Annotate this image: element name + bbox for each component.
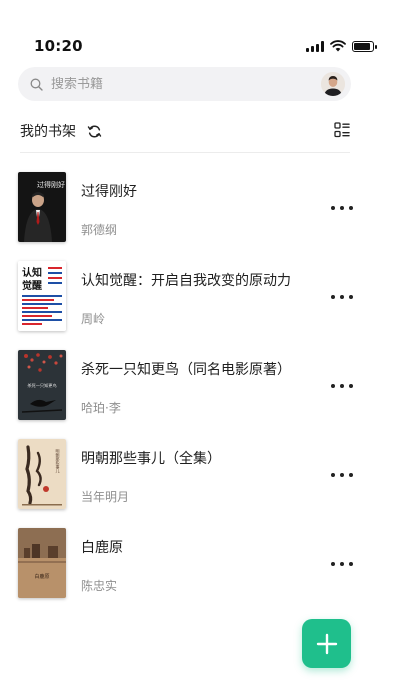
shelf-title: 我的书架 bbox=[20, 124, 76, 140]
book-cover[interactable]: 杀死一只知更鸟 bbox=[18, 350, 66, 420]
book-cover[interactable]: 认知 觉醒 bbox=[18, 261, 66, 331]
signal-icon bbox=[306, 40, 324, 52]
refresh-icon[interactable] bbox=[86, 123, 102, 139]
cover-title: 杀死一只知更鸟 bbox=[27, 382, 56, 389]
plus-icon bbox=[316, 633, 337, 654]
divider bbox=[20, 152, 350, 153]
cover-title: 白鹿原 bbox=[34, 573, 49, 580]
wifi-icon bbox=[330, 40, 346, 52]
book-item[interactable]: 杀死一只知更鸟 杀死一只知更鸟（同名电影原著） 哈珀·李 bbox=[0, 350, 400, 422]
search-bar[interactable] bbox=[18, 67, 351, 101]
more-options-icon[interactable] bbox=[331, 560, 353, 568]
search-input[interactable] bbox=[51, 76, 291, 92]
book-item[interactable]: 白鹿原 白鹿原 陈忠实 bbox=[0, 528, 400, 600]
book-item[interactable]: 过得刚好 过得刚好 郭德纲 bbox=[0, 172, 400, 244]
book-author: 陈忠实 bbox=[81, 579, 118, 593]
more-options-icon[interactable] bbox=[331, 471, 353, 479]
grid-list-toggle-icon[interactable] bbox=[334, 122, 350, 138]
status-time: 10:20 bbox=[34, 37, 83, 55]
book-title[interactable]: 明朝那些事儿（全集） bbox=[81, 448, 221, 468]
book-title[interactable]: 杀死一只知更鸟（同名电影原著） bbox=[81, 359, 291, 379]
status-bar: 10:20 bbox=[0, 0, 400, 60]
more-options-icon[interactable] bbox=[331, 382, 353, 390]
status-icons bbox=[306, 40, 377, 52]
book-item[interactable]: 认知 觉醒 认知觉醒：开启自我改变的原动力 周岭 bbox=[0, 261, 400, 333]
book-author: 当年明月 bbox=[81, 490, 130, 504]
shelf-header: 我的书架 bbox=[20, 120, 350, 142]
book-author: 周岭 bbox=[81, 312, 106, 326]
book-cover[interactable]: 明朝那些事儿 bbox=[18, 439, 66, 509]
book-title[interactable]: 过得刚好 bbox=[81, 181, 137, 201]
book-author: 郭德纲 bbox=[81, 223, 118, 237]
more-options-icon[interactable] bbox=[331, 293, 353, 301]
cover-title: 明朝那些事儿 bbox=[56, 449, 61, 474]
avatar[interactable] bbox=[321, 72, 345, 96]
book-title[interactable]: 白鹿原 bbox=[81, 537, 123, 557]
book-item[interactable]: 明朝那些事儿 明朝那些事儿（全集） 当年明月 bbox=[0, 439, 400, 511]
battery-icon bbox=[352, 40, 377, 52]
add-book-button[interactable] bbox=[302, 619, 351, 668]
book-title[interactable]: 认知觉醒：开启自我改变的原动力 bbox=[81, 270, 291, 290]
search-icon bbox=[30, 77, 44, 91]
book-cover[interactable]: 白鹿原 bbox=[18, 528, 66, 598]
more-options-icon[interactable] bbox=[331, 204, 353, 212]
svg-text:觉醒: 觉醒 bbox=[22, 279, 42, 292]
cover-title: 过得刚好 bbox=[37, 180, 65, 189]
book-cover[interactable]: 过得刚好 bbox=[18, 172, 66, 242]
svg-text:认知: 认知 bbox=[22, 266, 42, 279]
battery-level bbox=[354, 42, 371, 50]
book-author: 哈珀·李 bbox=[81, 401, 121, 415]
